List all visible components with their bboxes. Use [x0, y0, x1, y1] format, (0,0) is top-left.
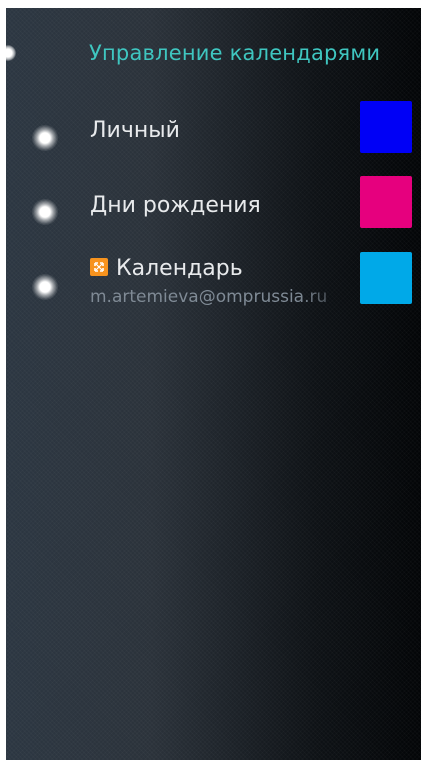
calendar-color-swatch[interactable] [360, 101, 412, 153]
page-title: Управление календарями [89, 41, 381, 65]
calendar-toggle-switch[interactable] [32, 199, 58, 225]
calendar-color-swatch[interactable] [360, 176, 412, 228]
calendar-management-page: Управление календарями Личный Дни рожден… [6, 8, 421, 760]
calendar-row-birthdays[interactable]: Дни рождения [6, 176, 421, 246]
page-indicator-dot [6, 45, 16, 61]
calendar-label: Личный [90, 118, 180, 143]
calendar-label: Дни рождения [90, 193, 261, 218]
calendar-label-group: Календарь [90, 256, 243, 281]
calendar-toggle-switch[interactable] [32, 274, 58, 300]
calendar-label: Календарь [116, 256, 243, 281]
calendar-toggle-switch[interactable] [32, 125, 58, 151]
exchange-icon [90, 258, 108, 276]
calendar-row-personal[interactable]: Личный [6, 100, 421, 170]
calendar-row-exchange[interactable]: Календарь m.artemieva@omprussia.ru [6, 251, 421, 321]
calendar-account-email: m.artemieva@omprussia.ru [90, 287, 328, 307]
calendar-color-swatch[interactable] [360, 252, 412, 304]
